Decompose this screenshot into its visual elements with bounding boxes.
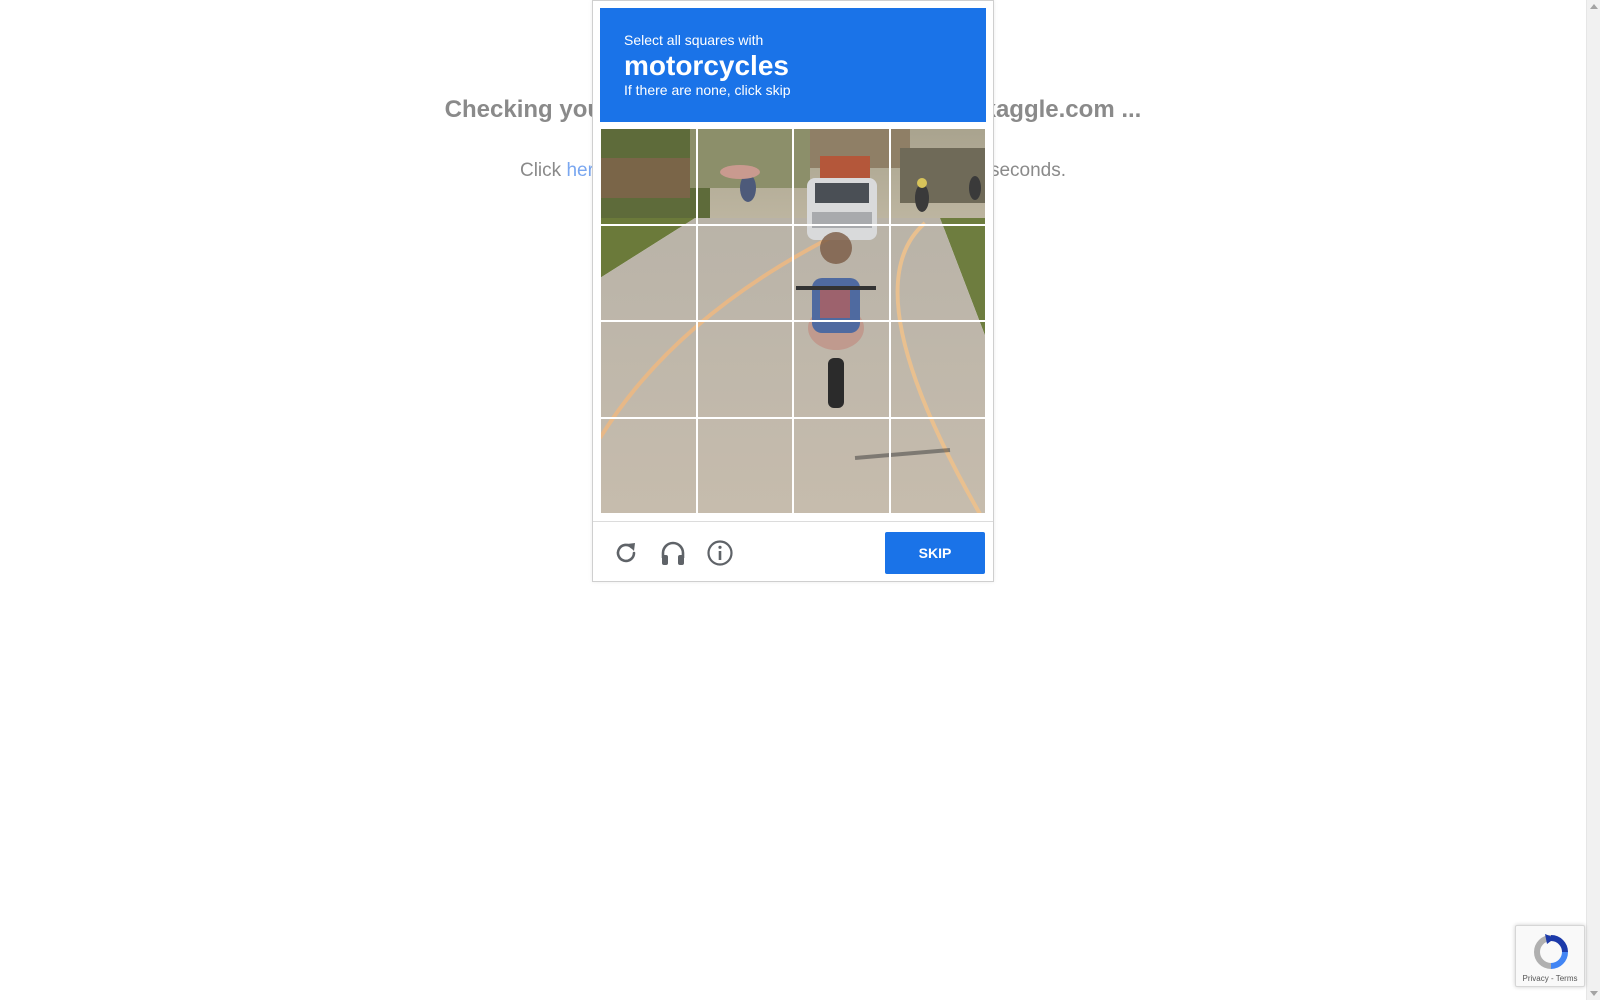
challenge-footer: SKIP <box>593 521 993 581</box>
privacy-link[interactable]: Privacy <box>1523 974 1549 983</box>
audio-headphones-icon[interactable] <box>658 538 688 568</box>
info-icon[interactable] <box>705 538 735 568</box>
image-tile[interactable] <box>696 128 793 225</box>
badge-separator: - <box>1548 974 1556 983</box>
image-tile[interactable] <box>889 321 986 418</box>
challenge-header: Select all squares with motorcycles If t… <box>600 8 986 122</box>
image-tile[interactable] <box>793 321 890 418</box>
image-tile[interactable] <box>889 128 986 225</box>
image-grid <box>600 128 986 514</box>
target-object-label: motorcycles <box>624 50 789 81</box>
recaptcha-badge[interactable]: Privacy - Terms <box>1515 925 1585 987</box>
image-tile[interactable] <box>696 417 793 514</box>
image-tile[interactable] <box>600 224 697 321</box>
page-scrollbar[interactable] <box>1586 0 1600 1000</box>
redirect-prefix: Click <box>519 160 567 181</box>
image-tile[interactable] <box>696 321 793 418</box>
image-tile[interactable] <box>793 417 890 514</box>
tile-grid <box>600 128 986 514</box>
image-tile[interactable] <box>696 224 793 321</box>
image-tile[interactable] <box>889 417 986 514</box>
instruction-line: Select all squares with <box>624 32 764 48</box>
image-tile[interactable] <box>600 128 697 225</box>
recaptcha-logo-icon <box>1533 934 1568 969</box>
badge-links: Privacy - Terms <box>1516 974 1584 983</box>
skip-instruction: If there are none, click skip <box>624 82 791 98</box>
image-tile[interactable] <box>793 224 890 321</box>
skip-button[interactable]: SKIP <box>885 532 985 574</box>
image-tile[interactable] <box>889 224 986 321</box>
reload-icon[interactable] <box>611 538 641 568</box>
terms-link[interactable]: Terms <box>1556 974 1578 983</box>
image-tile[interactable] <box>793 128 890 225</box>
scroll-up-arrow-icon[interactable] <box>1590 4 1598 9</box>
scroll-down-arrow-icon[interactable] <box>1590 991 1598 996</box>
image-tile[interactable] <box>600 417 697 514</box>
image-tile[interactable] <box>600 321 697 418</box>
captcha-challenge: Select all squares with motorcycles If t… <box>592 0 994 582</box>
